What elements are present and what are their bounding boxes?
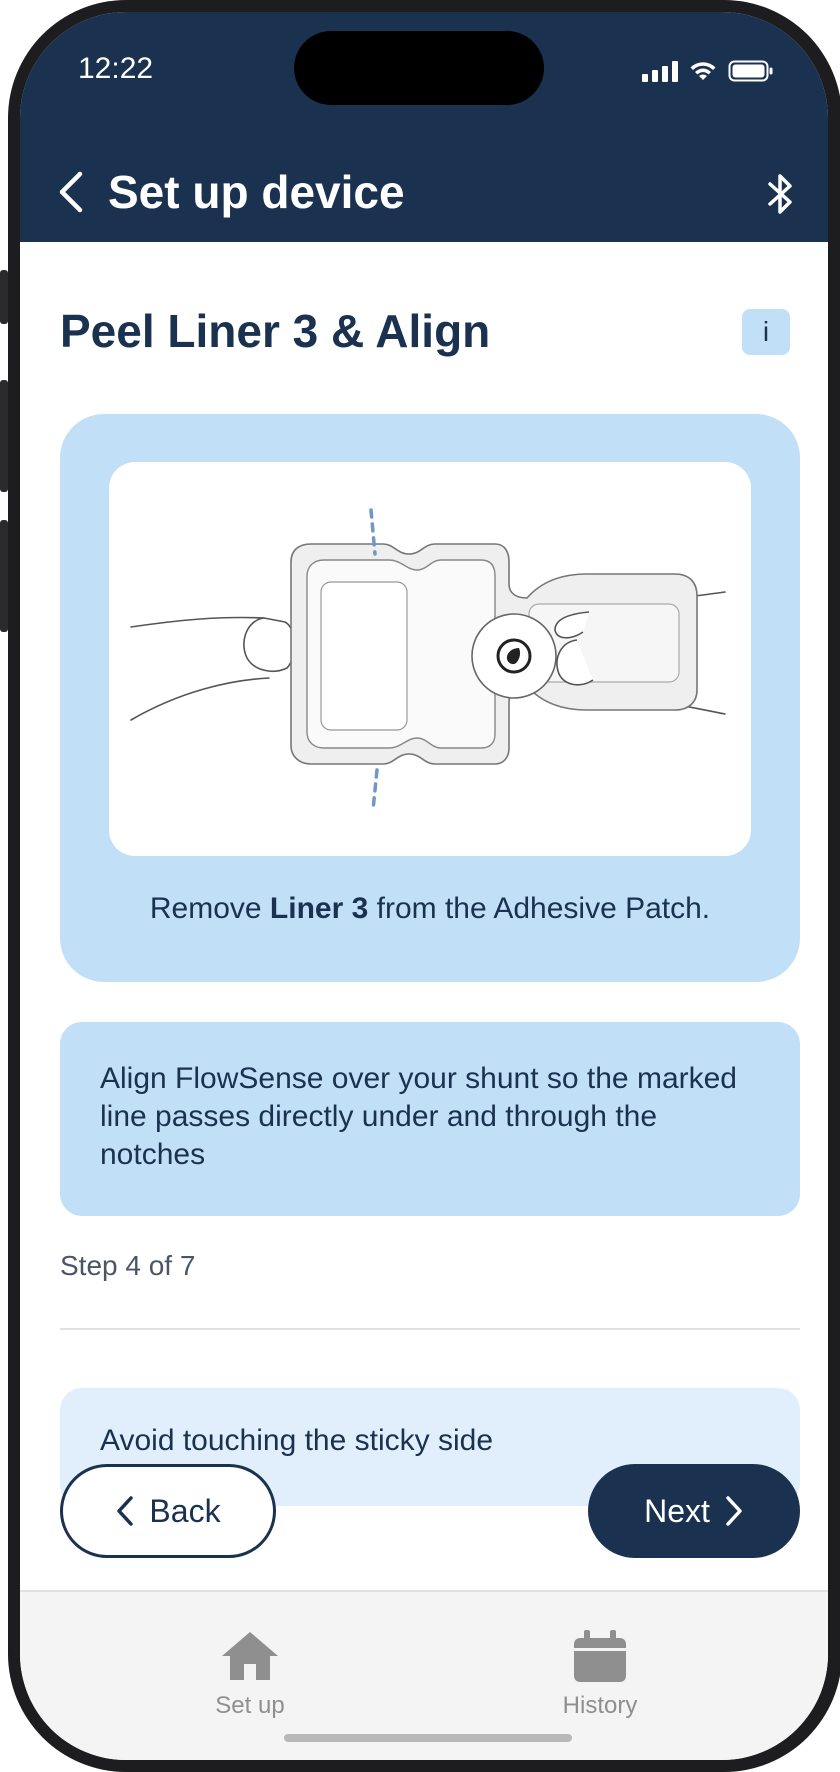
phone-frame: 12:22 Set up device Peel Liner 3 & Align… — [0, 0, 840, 1772]
page-heading: Peel Liner 3 & Align — [60, 305, 491, 357]
illustration-card: Remove Liner 3 from the Adhesive Patch. — [60, 414, 800, 982]
info-button[interactable]: i — [742, 309, 790, 355]
instruction-text: Align FlowSense over your shunt so the m… — [100, 1062, 737, 1171]
next-button-label: Next — [644, 1492, 710, 1529]
caption-text-end: from the Adhesive Patch. — [368, 892, 711, 925]
wifi-icon — [690, 62, 716, 80]
caption-bold: Liner 3 — [269, 892, 369, 925]
app-bar: 12:22 Set up device — [20, 12, 828, 242]
battery-icon — [728, 60, 773, 82]
tip-text: Avoid touching the sticky side — [100, 1424, 494, 1457]
action-button — [0, 270, 8, 324]
status-time: 12:22 — [78, 52, 154, 85]
signal-icon — [642, 60, 678, 82]
dynamic-island — [294, 31, 544, 105]
calendar-icon — [574, 1630, 626, 1682]
caption-text: Remove — [149, 892, 270, 925]
back-button[interactable]: Back — [60, 1464, 276, 1558]
chevron-left-icon[interactable] — [50, 170, 94, 214]
illustration-caption: Remove Liner 3 from the Adhesive Patch. — [60, 892, 800, 926]
app-bar-title: Set up device — [108, 166, 405, 218]
tab-history[interactable]: History — [500, 1628, 700, 1720]
chevron-left-icon — [117, 1496, 134, 1526]
screen: 12:22 Set up device Peel Liner 3 & Align… — [20, 12, 828, 1760]
status-icons — [642, 57, 774, 85]
bluetooth-icon[interactable] — [764, 172, 798, 216]
chevron-right-icon — [726, 1496, 742, 1526]
home-indicator — [284, 1734, 572, 1742]
tab-setup-label: Set up — [215, 1692, 285, 1719]
tab-setup[interactable]: Set up — [150, 1628, 350, 1720]
step-indicator: Step 4 of 7 — [60, 1250, 196, 1281]
back-button-label: Back — [149, 1492, 221, 1529]
home-icon — [222, 1632, 278, 1680]
patch-illustration — [109, 462, 751, 856]
instruction-card: Align FlowSense over your shunt so the m… — [60, 1022, 800, 1216]
divider — [60, 1328, 800, 1330]
volume-down-button — [0, 520, 8, 632]
next-button[interactable]: Next — [588, 1464, 800, 1558]
volume-up-button — [0, 380, 8, 492]
tab-history-label: History — [562, 1692, 638, 1719]
